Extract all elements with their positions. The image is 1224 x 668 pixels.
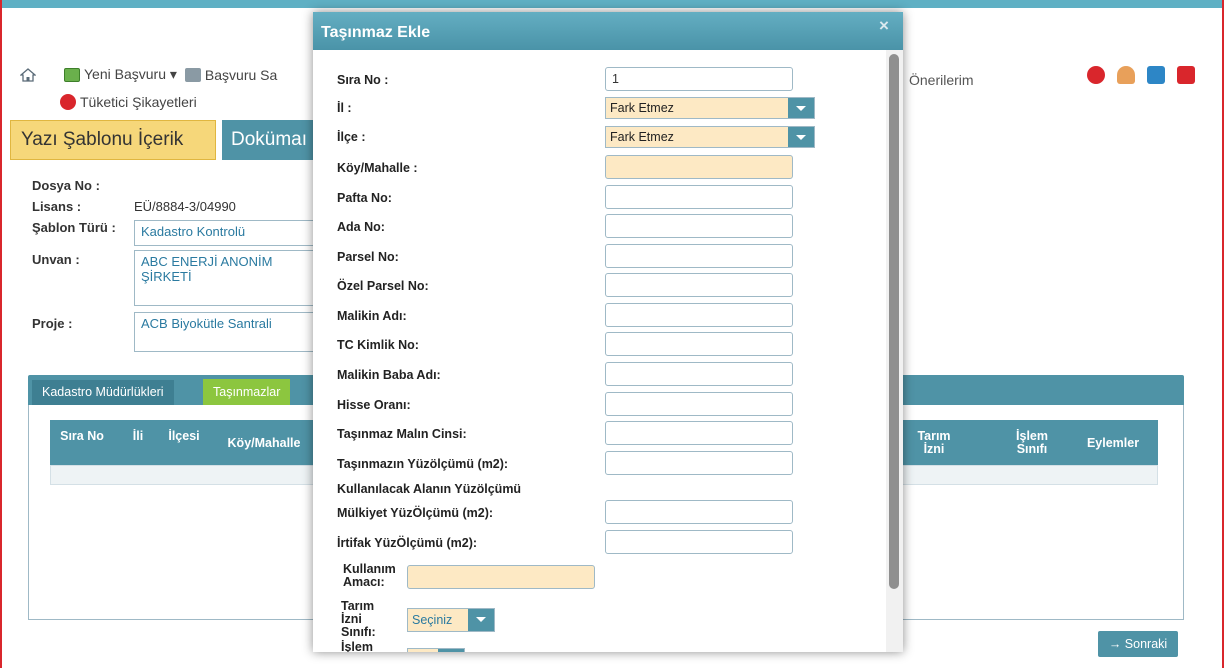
nav-basvuru-sa[interactable]: Başvuru Sa	[184, 66, 278, 83]
il-select[interactable]: Fark Etmez	[605, 97, 815, 119]
sira-no-label: Sıra No :	[337, 73, 389, 87]
nav-basvuru-sa-label: Başvuru Sa	[204, 66, 278, 83]
malikin-adi-input[interactable]	[605, 303, 793, 327]
islem-sinifi-select[interactable]	[407, 648, 465, 652]
proje-field[interactable]: ACB Biyokütle Santrali	[134, 312, 314, 352]
home-icon[interactable]	[19, 67, 37, 82]
close-icon[interactable]: ×	[876, 17, 892, 34]
il-select-value: Fark Etmez	[610, 101, 674, 115]
proje-label: Proje :	[32, 316, 73, 331]
th-koy-mahalle: Köy/Mahalle	[227, 436, 301, 450]
ada-no-input[interactable]	[605, 214, 793, 238]
unvan-label: Unvan :	[32, 252, 80, 267]
tab-yazi-sablonu[interactable]: Yazı Şablonu İçerik	[10, 120, 216, 160]
tab-kadastro-mudurlukleri[interactable]: Kadastro Müdürlükleri	[32, 380, 174, 405]
chevron-down-icon[interactable]	[788, 127, 814, 147]
tc-kimlik-no-label: TC Kimlik No:	[337, 338, 419, 352]
tasinmaz-malin-cinsi-input[interactable]	[605, 421, 793, 445]
nav-tuketici[interactable]: Tüketici Şikayetleri	[60, 94, 197, 110]
tasinmaz-yuzolcumu-input[interactable]	[605, 451, 793, 475]
tasinmaz-ekle-modal: Taşınmaz Ekle × Sıra No : İl : Fark Etme…	[313, 12, 903, 652]
applications-icon	[184, 67, 201, 82]
ilce-select-value: Fark Etmez	[610, 130, 674, 144]
pafta-no-label: Pafta No:	[337, 191, 392, 205]
th-ilcesi: İlçesi	[168, 429, 200, 443]
modal-scrollbar-thumb[interactable]	[889, 54, 899, 589]
nav-yeni-basvuru-label: Yeni Başvuru ▾	[84, 66, 177, 82]
complaint-phone-icon	[60, 94, 76, 110]
chevron-down-icon[interactable]	[468, 609, 494, 631]
new-application-icon	[64, 67, 80, 82]
nav-onerilerim[interactable]: Önerilerim	[909, 72, 974, 88]
chevron-down-icon[interactable]	[438, 649, 464, 652]
info-icon[interactable]	[1147, 66, 1165, 84]
kullanilacak-alan-label: Kullanılacak Alanın Yüzölçümü	[337, 482, 522, 496]
tc-kimlik-no-input[interactable]	[605, 332, 793, 356]
malikin-baba-adi-label: Malikin Baba Adı:	[337, 368, 441, 382]
kullanim-amaci-label-2: Amacı:	[343, 575, 385, 589]
main-nav: Yeni Başvuru ▾ Başvuru Sa	[19, 66, 278, 83]
ozel-parsel-no-input[interactable]	[605, 273, 793, 297]
irtifak-yuzolcumu-label: İrtifak YüzÖlçümü (m2):	[337, 536, 478, 550]
il-label: İl :	[337, 101, 352, 115]
parsel-no-input[interactable]	[605, 244, 793, 268]
ilce-select[interactable]: Fark Etmez	[605, 126, 815, 148]
modal-header: Taşınmaz Ekle ×	[313, 12, 903, 50]
sira-no-input[interactable]	[605, 67, 793, 91]
sablon-turu-label: Şablon Türü :	[32, 220, 116, 235]
sonraki-button[interactable]: → Sonraki	[1098, 631, 1178, 657]
pafta-no-input[interactable]	[605, 185, 793, 209]
th-islem-sinifi: İşlem Sınıfı	[1016, 429, 1048, 456]
nav-yeni-basvuru[interactable]: Yeni Başvuru ▾	[64, 66, 177, 83]
th-tarim-izni: Tarım İzni	[917, 429, 951, 456]
th-ili: İli	[132, 429, 144, 443]
tab-dokuman[interactable]: Dokümaı	[222, 120, 322, 160]
unvan-field[interactable]: ABC ENERJİ ANONİM ŞİRKETİ	[134, 250, 314, 306]
tarim-izni-select[interactable]: Seçiniz	[407, 608, 495, 632]
modal-title: Taşınmaz Ekle	[321, 24, 431, 41]
toolbar-icons	[1087, 66, 1195, 84]
koy-mahalle-input[interactable]	[605, 155, 793, 179]
tab-tasinmazlar[interactable]: Taşınmazlar	[203, 379, 291, 405]
malikin-adi-label: Malikin Adı:	[337, 309, 407, 323]
tarim-izni-select-value: Seçiniz	[412, 613, 453, 627]
th-eylemler: Eylemler	[1086, 436, 1140, 450]
ada-no-label: Ada No:	[337, 220, 385, 234]
irtifak-yuzolcumu-input[interactable]	[605, 530, 793, 554]
lisans-value: EÜ/8884-3/04990	[134, 199, 236, 214]
dosya-no-label: Dosya No :	[32, 178, 100, 193]
mulkiyet-yuzolcumu-label: Mülkiyet YüzÖlçümü (m2):	[337, 506, 494, 520]
hisse-orani-label: Hisse Oranı:	[337, 398, 411, 412]
tarim-izni-label-3: Sınıfı:	[341, 625, 376, 639]
chevron-down-icon[interactable]	[788, 98, 814, 118]
mulkiyet-yuzolcumu-input[interactable]	[605, 500, 793, 524]
ozel-parsel-no-label: Özel Parsel No:	[337, 279, 429, 293]
kullanim-amaci-input[interactable]	[407, 565, 595, 589]
nav-tuketici-label: Tüketici Şikayetleri	[80, 94, 197, 110]
lisans-label: Lisans :	[32, 199, 82, 214]
th-sira-no: Sıra No	[60, 429, 104, 443]
islem-sinifi-label: İşlem	[341, 640, 373, 653]
top-bar	[2, 0, 1222, 8]
hisse-orani-input[interactable]	[605, 392, 793, 416]
tasinmaz-malin-cinsi-label: Taşınmaz Malın Cinsi:	[337, 427, 467, 441]
notification-phone-icon[interactable]	[1087, 66, 1105, 84]
malikin-baba-adi-input[interactable]	[605, 362, 793, 386]
koy-mahalle-label: Köy/Mahalle :	[337, 161, 418, 175]
power-icon[interactable]	[1177, 66, 1195, 84]
tasinmaz-yuzolcumu-label: Taşınmazın Yüzölçümü (m2):	[337, 457, 509, 471]
ilce-label: İlçe :	[337, 130, 366, 144]
user-icon[interactable]	[1117, 66, 1135, 84]
sablon-turu-field[interactable]: Kadastro Kontrolü	[134, 220, 314, 246]
parsel-no-label: Parsel No:	[337, 250, 399, 264]
